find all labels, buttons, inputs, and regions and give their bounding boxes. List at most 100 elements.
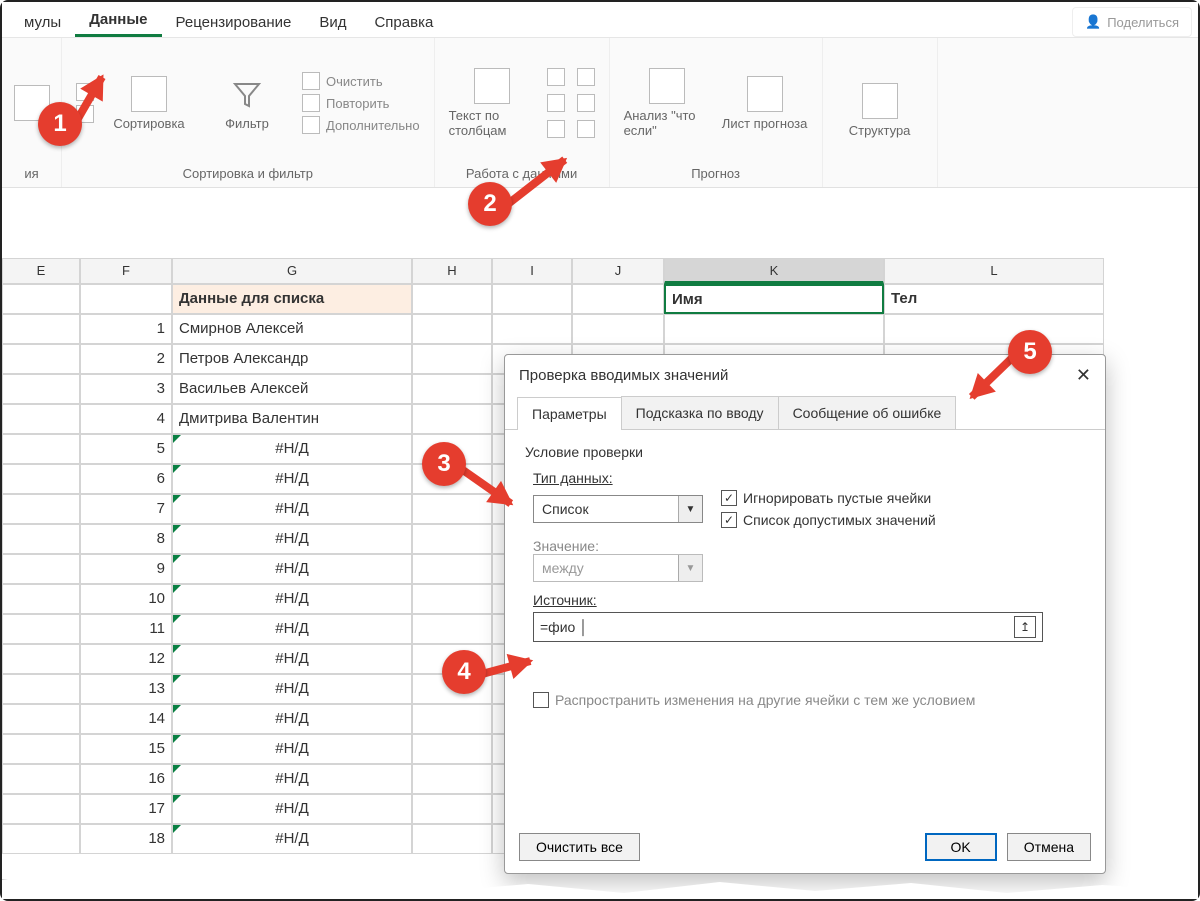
cell[interactable] xyxy=(412,404,492,434)
cell-name[interactable]: #Н/Д xyxy=(172,734,412,764)
cell[interactable] xyxy=(2,584,80,614)
cell[interactable] xyxy=(2,434,80,464)
in-cell-dropdown-checkbox[interactable]: ✓Список допустимых значений xyxy=(721,512,936,528)
cell[interactable] xyxy=(412,374,492,404)
cell-rownum[interactable]: 8 xyxy=(80,524,172,554)
cell[interactable] xyxy=(412,524,492,554)
cell[interactable] xyxy=(412,344,492,374)
cell-name[interactable]: #Н/Д xyxy=(172,494,412,524)
col-H[interactable]: H xyxy=(412,258,492,284)
cell[interactable] xyxy=(412,284,492,314)
cell[interactable] xyxy=(492,284,572,314)
cell-name[interactable]: Петров Александр xyxy=(172,344,412,374)
cell[interactable] xyxy=(2,464,80,494)
header-K[interactable]: Имя xyxy=(664,284,884,314)
cell-name[interactable]: #Н/Д xyxy=(172,614,412,644)
col-E[interactable]: E xyxy=(2,258,80,284)
cell[interactable] xyxy=(2,614,80,644)
cell-rownum[interactable]: 14 xyxy=(80,704,172,734)
cell-name[interactable]: #Н/Д xyxy=(172,794,412,824)
cell[interactable] xyxy=(412,734,492,764)
relationships-icon[interactable] xyxy=(577,94,595,112)
cell[interactable] xyxy=(80,284,172,314)
cell[interactable] xyxy=(572,284,664,314)
consolidate-icon[interactable] xyxy=(577,68,595,86)
cell-rownum[interactable]: 18 xyxy=(80,824,172,854)
tab-formulas[interactable]: мулы xyxy=(10,6,75,37)
data-validation-icon[interactable] xyxy=(547,120,565,138)
text-to-columns-button[interactable]: Текст по столбцам xyxy=(449,68,535,138)
cell[interactable] xyxy=(2,344,80,374)
cell[interactable] xyxy=(664,314,884,344)
cell-rownum[interactable]: 13 xyxy=(80,674,172,704)
cell[interactable] xyxy=(412,824,492,854)
cancel-button[interactable]: Отмена xyxy=(1007,833,1091,861)
close-button[interactable]: ✕ xyxy=(1076,365,1091,386)
cell-name[interactable]: #Н/Д xyxy=(172,764,412,794)
cell[interactable] xyxy=(2,794,80,824)
cell-name[interactable]: #Н/Д xyxy=(172,464,412,494)
tab-view[interactable]: Вид xyxy=(305,6,360,37)
tab-input-message[interactable]: Подсказка по вводу xyxy=(621,396,779,429)
cell[interactable] xyxy=(572,314,664,344)
cell-rownum[interactable]: 4 xyxy=(80,404,172,434)
cell[interactable] xyxy=(884,314,1104,344)
cell[interactable] xyxy=(2,734,80,764)
cell[interactable] xyxy=(412,704,492,734)
flash-fill-icon[interactable] xyxy=(547,68,565,86)
clear-filter-button[interactable]: Очистить xyxy=(302,72,420,90)
clear-all-button[interactable]: Очистить все xyxy=(519,833,640,861)
col-F[interactable]: F xyxy=(80,258,172,284)
cell-name[interactable]: #Н/Д xyxy=(172,674,412,704)
cell-rownum[interactable]: 1 xyxy=(80,314,172,344)
cell[interactable] xyxy=(2,644,80,674)
ok-button[interactable]: OK xyxy=(925,833,997,861)
cell-name[interactable]: #Н/Д xyxy=(172,524,412,554)
tab-settings[interactable]: Параметры xyxy=(517,397,622,430)
col-G[interactable]: G xyxy=(172,258,412,284)
cell[interactable] xyxy=(2,674,80,704)
cell-rownum[interactable]: 10 xyxy=(80,584,172,614)
tab-review[interactable]: Рецензирование xyxy=(162,6,306,37)
cell[interactable] xyxy=(2,554,80,584)
cell[interactable] xyxy=(412,554,492,584)
share-button[interactable]: 👤 Поделиться xyxy=(1072,7,1192,37)
cell[interactable] xyxy=(2,764,80,794)
cell-rownum[interactable]: 6 xyxy=(80,464,172,494)
cell-name[interactable]: Смирнов Алексей xyxy=(172,314,412,344)
cell-rownum[interactable]: 12 xyxy=(80,644,172,674)
cell[interactable] xyxy=(2,494,80,524)
cell-rownum[interactable]: 15 xyxy=(80,734,172,764)
col-K[interactable]: K xyxy=(664,258,884,284)
cell-rownum[interactable]: 2 xyxy=(80,344,172,374)
cell[interactable] xyxy=(492,314,572,344)
tab-data[interactable]: Данные xyxy=(75,3,161,37)
cell[interactable] xyxy=(2,404,80,434)
cell[interactable] xyxy=(412,614,492,644)
cell[interactable] xyxy=(412,314,492,344)
ignore-blank-checkbox[interactable]: ✓Игнорировать пустые ячейки xyxy=(721,490,936,506)
reapply-filter-button[interactable]: Повторить xyxy=(302,94,420,112)
cell-rownum[interactable]: 16 xyxy=(80,764,172,794)
cell-name[interactable]: #Н/Д xyxy=(172,434,412,464)
forecast-sheet-button[interactable]: Лист прогноза xyxy=(722,76,808,131)
whatif-button[interactable]: Анализ "что если" xyxy=(624,68,710,138)
cell[interactable] xyxy=(2,374,80,404)
header-L[interactable]: Тел xyxy=(884,284,1104,314)
cell[interactable] xyxy=(2,824,80,854)
cell-rownum[interactable]: 3 xyxy=(80,374,172,404)
cell[interactable] xyxy=(2,704,80,734)
col-J[interactable]: J xyxy=(572,258,664,284)
col-L[interactable]: L xyxy=(884,258,1104,284)
cell-name[interactable]: #Н/Д xyxy=(172,644,412,674)
tab-error-alert[interactable]: Сообщение об ошибке xyxy=(778,396,957,429)
data-model-icon[interactable] xyxy=(577,120,595,138)
col-I[interactable]: I xyxy=(492,258,572,284)
cell-rownum[interactable]: 11 xyxy=(80,614,172,644)
cell-name[interactable]: Васильев Алексей xyxy=(172,374,412,404)
cell[interactable] xyxy=(2,314,80,344)
cell-name[interactable]: Дмитрива Валентин xyxy=(172,404,412,434)
cell-name[interactable]: #Н/Д xyxy=(172,704,412,734)
cell-rownum[interactable]: 5 xyxy=(80,434,172,464)
remove-dup-icon[interactable] xyxy=(547,94,565,112)
